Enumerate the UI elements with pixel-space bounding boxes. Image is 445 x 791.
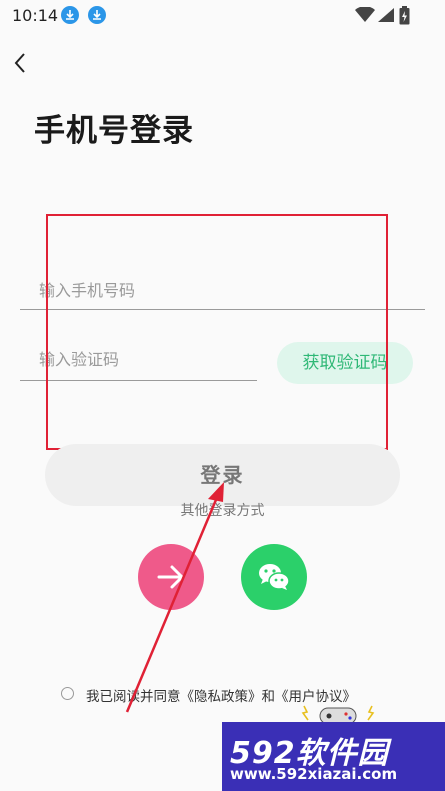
watermark-url: www.592xiazai.com (230, 765, 398, 783)
annotation-arrow (125, 482, 224, 713)
